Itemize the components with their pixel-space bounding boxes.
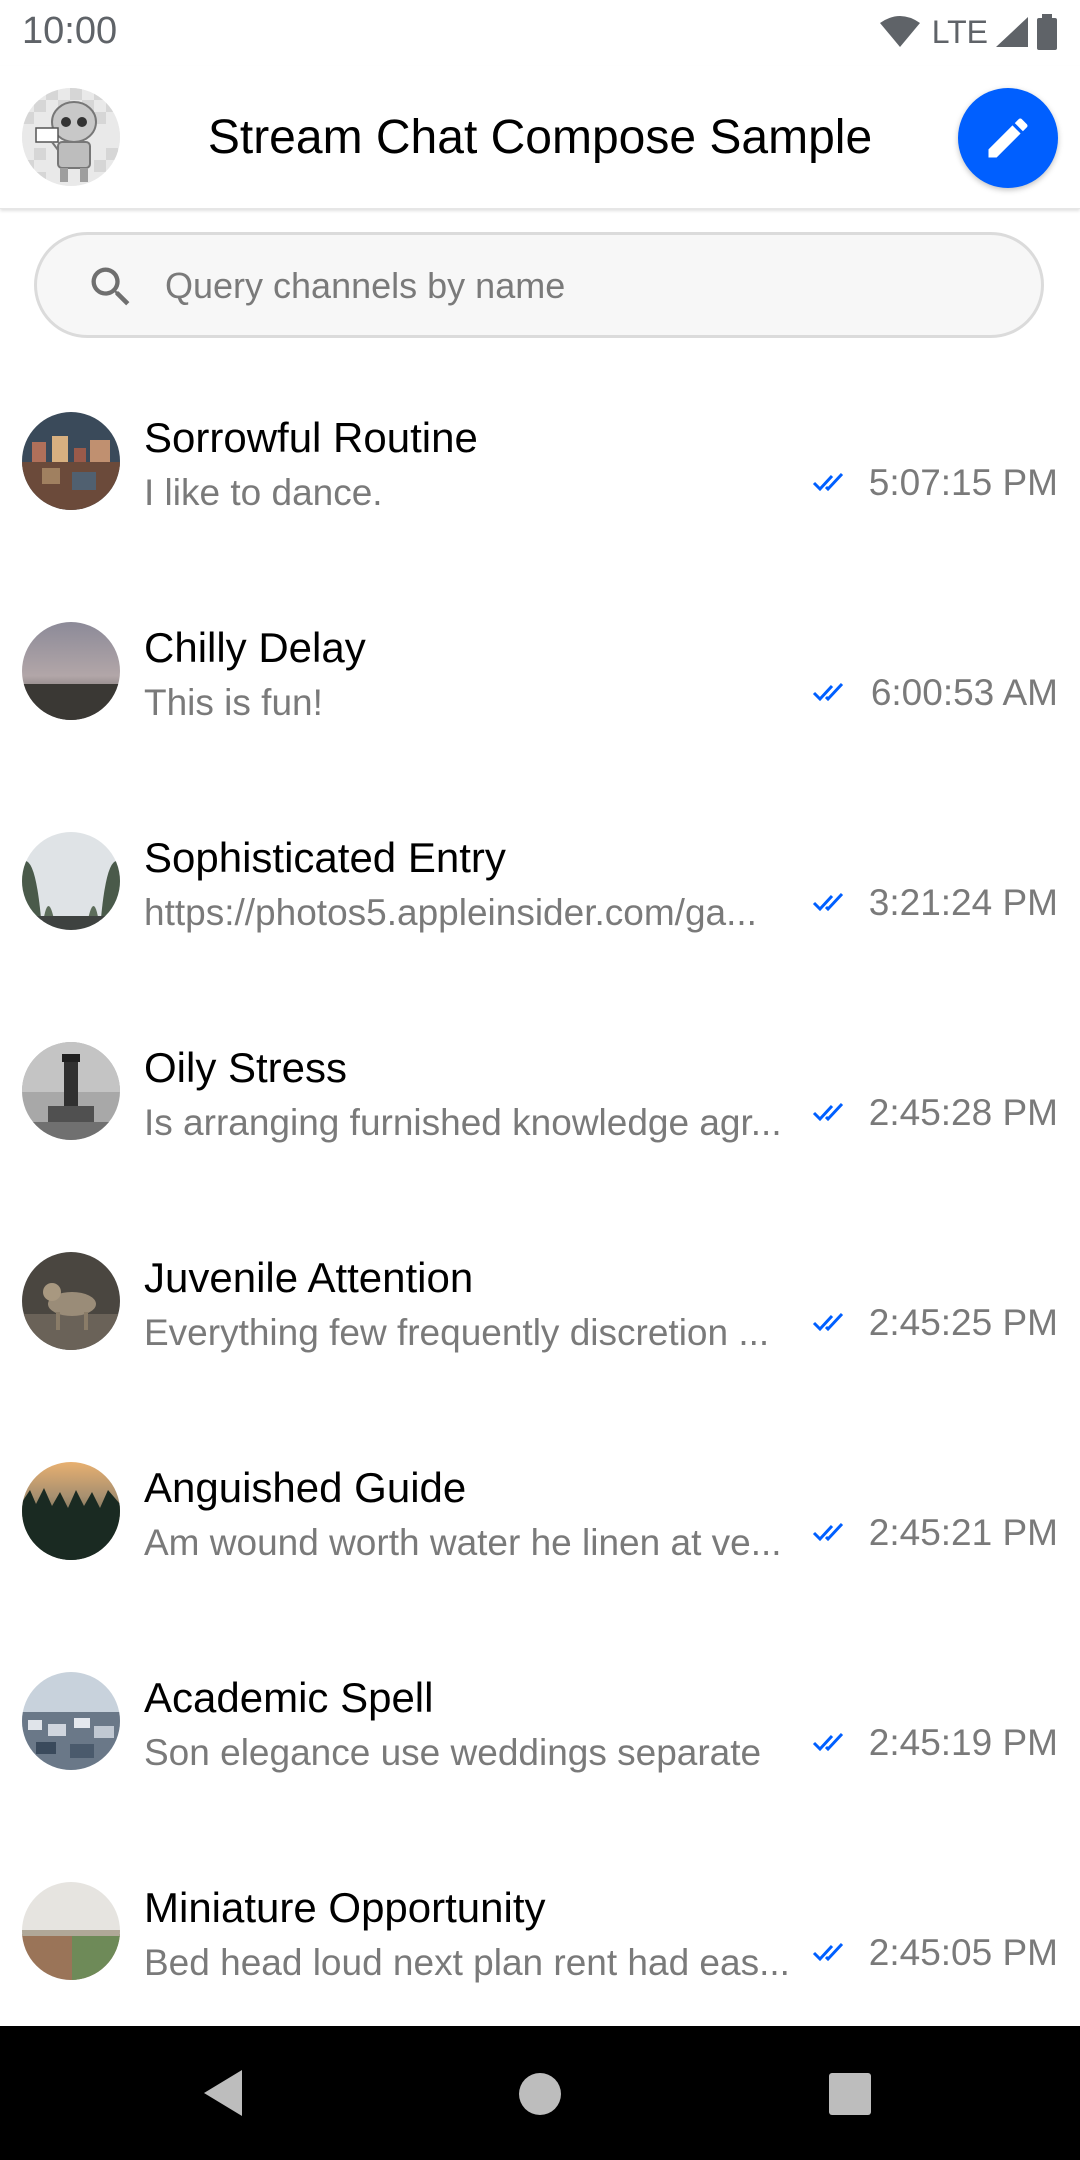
double-check-icon — [812, 472, 844, 492]
channel-avatar — [22, 412, 120, 510]
double-check-icon — [812, 1942, 844, 1962]
channel-last-message: https://photos5.appleinsider.com/ga... — [144, 892, 757, 933]
channel-item-sorrowful-routine[interactable]: Sorrowful Routine I like to dance. 5:07:… — [0, 358, 1080, 568]
network-type: LTE — [931, 13, 988, 50]
battery-icon — [1037, 14, 1057, 50]
channel-timestamp: 2:45:19 PM — [868, 1722, 1058, 1763]
channel-timestamp: 2:45:21 PM — [868, 1512, 1058, 1553]
channel-avatar — [22, 1042, 120, 1140]
channel-avatar — [22, 1252, 120, 1350]
page-title: Stream Chat Compose Sample — [207, 111, 873, 164]
status-icons: LTE — [878, 12, 1058, 52]
channel-name: Miniature Opportunity — [144, 1884, 546, 1931]
channel-timestamp: 2:45:25 PM — [868, 1302, 1058, 1343]
channel-last-message: I like to dance. — [144, 472, 383, 513]
back-icon[interactable] — [200, 2066, 246, 2120]
channel-timestamp: 2:45:05 PM — [868, 1932, 1058, 1973]
double-check-icon — [812, 892, 844, 912]
channel-last-message: Bed head loud next plan rent had eas... — [144, 1942, 790, 1983]
channel-timestamp: 2:45:28 PM — [868, 1092, 1058, 1133]
channel-item-chilly-delay[interactable]: Chilly Delay This is fun! 6:00:53 AM — [0, 568, 1080, 778]
channel-name: Anguished Guide — [144, 1464, 467, 1511]
wifi-icon — [879, 16, 920, 47]
double-check-icon — [812, 682, 844, 702]
status-bar: 10:00 LTE — [0, 0, 1080, 66]
channel-name: Oily Stress — [144, 1044, 348, 1091]
search-input[interactable] — [163, 257, 1007, 315]
double-check-icon — [812, 1732, 844, 1752]
user-avatar[interactable] — [22, 88, 120, 186]
channel-avatar — [22, 1882, 120, 1980]
double-check-icon — [812, 1102, 844, 1122]
system-nav-bar — [0, 2026, 1080, 2160]
app-header: Stream Chat Compose Sample — [0, 66, 1080, 209]
search-box[interactable] — [34, 232, 1044, 338]
status-time: 10:00 — [22, 10, 118, 52]
channel-last-message: This is fun! — [144, 682, 323, 723]
channel-list: Sorrowful Routine I like to dance. 5:07:… — [0, 358, 1080, 2038]
channel-avatar — [22, 1672, 120, 1770]
channel-name: Academic Spell — [144, 1674, 434, 1721]
channel-last-message: Is arranging furnished knowledge agr... — [144, 1102, 782, 1143]
channel-last-message: Am wound worth water he linen at ve... — [144, 1522, 782, 1563]
pencil-icon — [988, 118, 1028, 158]
channel-name: Sophisticated Entry — [144, 834, 506, 881]
channel-last-message: Everything few frequently discretion ... — [144, 1312, 770, 1353]
double-check-icon — [812, 1522, 844, 1542]
signal-icon — [996, 17, 1028, 47]
channel-item-academic-spell[interactable]: Academic Spell Son elegance use weddings… — [0, 1618, 1080, 1828]
channel-item-miniature-opportunity[interactable]: Miniature Opportunity Bed head loud next… — [0, 1828, 1080, 2038]
channel-avatar — [22, 622, 120, 720]
channel-timestamp: 5:07:15 PM — [868, 462, 1058, 503]
channel-timestamp: 3:21:24 PM — [868, 882, 1058, 923]
channel-avatar — [22, 1462, 120, 1560]
channel-last-message: Son elegance use weddings separate — [144, 1732, 762, 1773]
home-icon[interactable] — [518, 2072, 562, 2116]
robot-avatar-image — [22, 88, 120, 186]
channel-name: Sorrowful Routine — [144, 414, 478, 461]
channel-name: Juvenile Attention — [144, 1254, 474, 1301]
new-channel-button[interactable] — [958, 88, 1058, 188]
double-check-icon — [812, 1312, 844, 1332]
recents-icon[interactable] — [828, 2072, 872, 2116]
channel-timestamp: 6:00:53 AM — [870, 672, 1058, 713]
channel-item-sophisticated-entry[interactable]: Sophisticated Entry https://photos5.appl… — [0, 778, 1080, 988]
channel-item-anguished-guide[interactable]: Anguished Guide Am wound worth water he … — [0, 1408, 1080, 1618]
search-icon — [91, 267, 130, 306]
channel-item-juvenile-attention[interactable]: Juvenile Attention Everything few freque… — [0, 1198, 1080, 1408]
channel-item-oily-stress[interactable]: Oily Stress Is arranging furnished knowl… — [0, 988, 1080, 1198]
channel-avatar — [22, 832, 120, 930]
channel-name: Chilly Delay — [144, 624, 366, 671]
